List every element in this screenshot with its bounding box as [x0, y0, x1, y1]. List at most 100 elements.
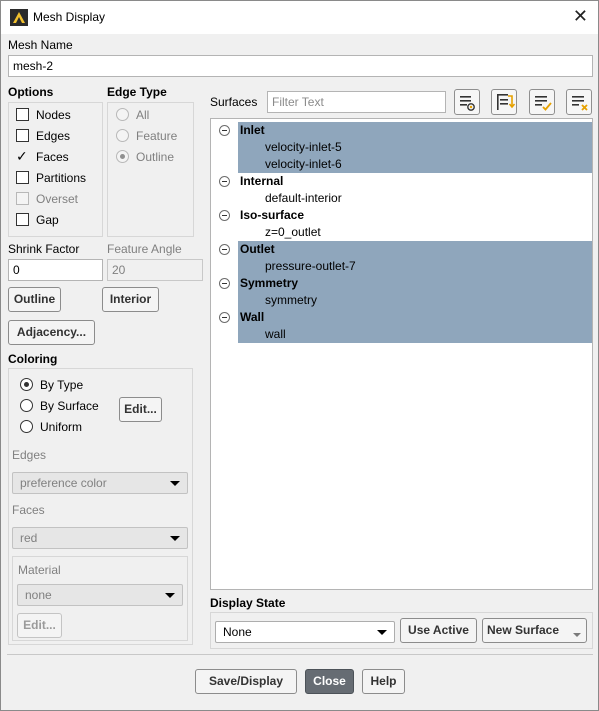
surfaces-tree[interactable]: Inlet velocity-inlet-5 velocity-inlet-6 …: [210, 118, 593, 590]
dropdown-arrow-icon: [573, 633, 581, 637]
filter-placeholder: Filter Text: [272, 95, 324, 109]
check-selection-icon: [535, 96, 552, 111]
shrink-factor-input[interactable]: 0: [8, 259, 103, 281]
collapse-icon[interactable]: [219, 244, 230, 255]
option-label: Overset: [36, 192, 79, 206]
option-label: Edges: [36, 129, 71, 143]
select-all-icon: [497, 94, 516, 110]
feature-angle-input: 20: [107, 259, 203, 281]
material-select: none: [17, 584, 183, 606]
radio-label: Uniform: [40, 420, 83, 434]
new-surface-label: New Surface: [487, 623, 560, 637]
material-edit-button: Edit...: [17, 613, 62, 638]
edges-color-label: Edges: [12, 448, 47, 462]
tree-category-outlet[interactable]: Outlet: [238, 241, 275, 258]
collapse-icon[interactable]: [219, 278, 230, 289]
tree-item[interactable]: velocity-inlet-6: [263, 156, 342, 173]
radio-label: Feature: [136, 129, 178, 143]
radio-circle: [116, 108, 129, 121]
radio-label: By Surface: [40, 399, 99, 413]
faces-color-value: red: [20, 531, 38, 545]
mesh-name-input[interactable]: mesh-2: [8, 55, 593, 77]
tree-item[interactable]: velocity-inlet-5: [263, 139, 342, 156]
checkbox-box[interactable]: [16, 108, 29, 121]
checkmark-icon: ✓: [16, 148, 28, 164]
display-state-label: Display State: [210, 596, 286, 610]
chevron-down-icon: [170, 481, 180, 486]
tree-category-internal[interactable]: Internal: [238, 173, 283, 190]
collapse-icon[interactable]: [219, 210, 230, 221]
shrink-factor-label: Shrink Factor: [8, 242, 80, 256]
select-all-button[interactable]: [491, 89, 517, 115]
help-button[interactable]: Help: [362, 669, 405, 694]
list-filter-icon: [460, 96, 475, 111]
radio-circle[interactable]: [20, 378, 33, 391]
radio-dot: [24, 382, 29, 387]
use-active-button[interactable]: Use Active: [400, 618, 477, 643]
radio-circle: [116, 150, 129, 163]
adjacency-button[interactable]: Adjacency...: [8, 320, 95, 345]
tree-item[interactable]: wall: [263, 326, 286, 343]
tree-item[interactable]: symmetry: [263, 292, 317, 309]
display-state-select[interactable]: None: [215, 621, 395, 643]
radio-label: Outline: [136, 150, 175, 164]
close-icon[interactable]: ✕: [573, 6, 588, 26]
save-display-button[interactable]: Save/Display: [195, 669, 297, 694]
mesh-name-label: Mesh Name: [8, 38, 73, 52]
window-title: Mesh Display: [33, 10, 106, 24]
tree-item[interactable]: default-interior: [263, 190, 342, 207]
tree-item[interactable]: pressure-outlet-7: [263, 258, 356, 275]
collapse-icon[interactable]: [219, 125, 230, 136]
tree-category-wall[interactable]: Wall: [238, 309, 264, 326]
mesh-display-dialog: Mesh Display ✕ Mesh Name mesh-2 Options …: [0, 0, 599, 711]
radio-circle[interactable]: [20, 399, 33, 412]
display-state-value: None: [223, 625, 252, 639]
clear-selection-icon: [572, 96, 588, 111]
radio-circle[interactable]: [20, 420, 33, 433]
title-bar: Mesh Display ✕: [1, 1, 598, 34]
coloring-label: Coloring: [8, 352, 58, 366]
faces-color-select: red: [12, 527, 188, 549]
clear-selection-button[interactable]: [566, 89, 592, 115]
checkbox-box[interactable]: [16, 213, 29, 226]
option-label: Faces: [36, 150, 69, 164]
feature-angle-label: Feature Angle: [107, 242, 182, 256]
tree-category-inlet[interactable]: Inlet: [238, 122, 265, 139]
new-surface-button[interactable]: New Surface: [482, 618, 587, 643]
edge-type-group: [107, 102, 194, 237]
edges-color-value: preference color: [20, 476, 107, 490]
edge-type-label: Edge Type: [107, 85, 167, 99]
coloring-edit-button[interactable]: Edit...: [119, 397, 162, 422]
radio-circle: [116, 129, 129, 142]
material-value: none: [25, 588, 52, 602]
tree-item[interactable]: z=0_outlet: [263, 224, 321, 241]
outline-button[interactable]: Outline: [8, 287, 61, 312]
list-filter-button[interactable]: [454, 89, 480, 115]
checkbox-box: [16, 192, 29, 205]
chevron-down-icon: [165, 593, 175, 598]
faces-color-label: Faces: [12, 503, 45, 517]
checkbox-box[interactable]: [16, 171, 29, 184]
checkbox-box[interactable]: ✓: [16, 148, 29, 164]
option-label: Gap: [36, 213, 59, 227]
radio-label: All: [136, 108, 150, 122]
close-button[interactable]: Close: [305, 669, 354, 694]
surfaces-label: Surfaces: [210, 95, 258, 109]
radio-dot: [120, 154, 125, 159]
app-logo-icon: [10, 9, 28, 26]
checkbox-box[interactable]: [16, 129, 29, 142]
radio-label: By Type: [40, 378, 84, 392]
chevron-down-icon: [170, 536, 180, 541]
interior-button[interactable]: Interior: [102, 287, 159, 312]
collapse-icon[interactable]: [219, 312, 230, 323]
collapse-icon[interactable]: [219, 176, 230, 187]
material-label: Material: [18, 563, 61, 577]
check-selection-button[interactable]: [529, 89, 555, 115]
chevron-down-icon: [377, 630, 387, 635]
option-label: Partitions: [36, 171, 87, 185]
edges-color-select: preference color: [12, 472, 188, 494]
filter-text-input[interactable]: Filter Text: [267, 91, 446, 113]
option-label: Nodes: [36, 108, 71, 122]
tree-category-iso-surface[interactable]: Iso-surface: [238, 207, 304, 224]
tree-category-symmetry[interactable]: Symmetry: [238, 275, 298, 292]
